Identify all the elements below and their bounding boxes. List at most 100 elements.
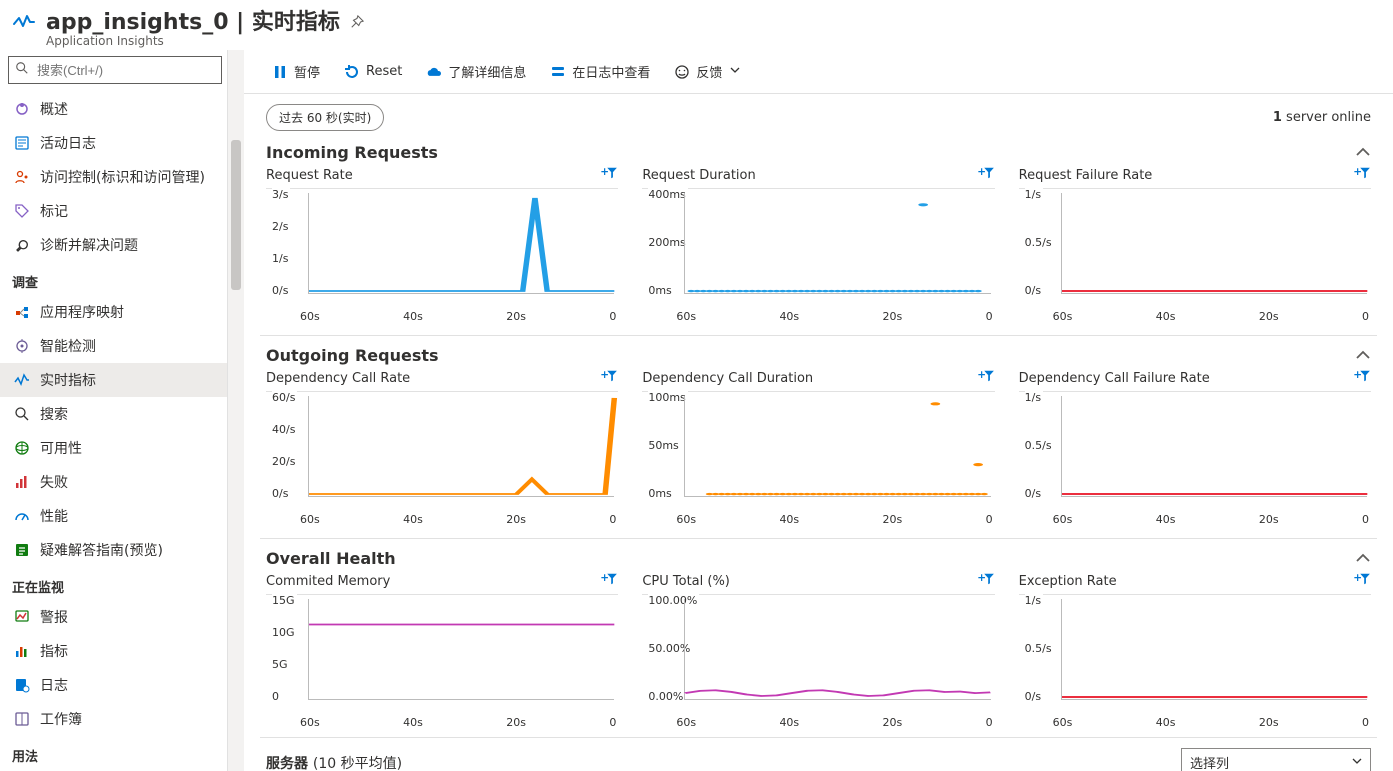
nav-item-alerts[interactable]: 警报 — [0, 600, 227, 634]
chevron-down-icon — [1352, 755, 1362, 770]
main-area: 暂停 Reset 了解详细信息 在日志中查看 反馈 过去 60 秒( — [244, 50, 1393, 771]
logs-icon — [14, 677, 30, 693]
learn-more-button[interactable]: 了解详细信息 — [416, 58, 536, 85]
chart-title: Request Rate — [266, 168, 353, 183]
page-title-blade: 实时指标 — [252, 10, 340, 35]
chart-filter-icon[interactable]: + — [1353, 572, 1371, 590]
chart-filter-icon[interactable]: + — [977, 166, 995, 184]
chart-filter-icon[interactable]: + — [1353, 369, 1371, 387]
x-tick-label: 20s — [506, 310, 526, 323]
x-tick-label: 20s — [1259, 513, 1279, 526]
y-tick-label: 1/s — [1025, 594, 1043, 607]
chart-filter-icon[interactable]: + — [600, 369, 618, 387]
iam-icon — [14, 169, 30, 185]
y-tick-label: 1/s — [1025, 188, 1043, 201]
x-tick-label: 0 — [986, 513, 993, 526]
feedback-button[interactable]: 反馈 — [664, 58, 750, 85]
nav-item-search2[interactable]: 搜索 — [0, 397, 227, 431]
live-icon — [14, 372, 30, 388]
chart-plot: 100ms50ms0ms — [642, 391, 994, 511]
view-in-logs-button[interactable]: 在日志中查看 — [540, 58, 660, 85]
nav-item-metrics[interactable]: 指标 — [0, 634, 227, 668]
servers-panel: 服务器 (10 秒平均值) 选择列 服务器名称↑↑↓请求数↑↓失败的请求数↑↓依… — [260, 737, 1377, 771]
chart-reqrate: Request Rate+3/s2/s1/s0/s60s40s20s0 — [266, 166, 618, 323]
reset-button[interactable]: Reset — [334, 60, 412, 84]
chart-exc: Exception Rate+1/s0.5/s0/s60s40s20s0 — [1019, 572, 1371, 729]
nav-item-label: 活动日志 — [40, 133, 96, 153]
chart-row-outgoing: Dependency Call Rate+60/s40/s20/s0/s60s4… — [260, 367, 1377, 534]
nav-item-tags[interactable]: 标记 — [0, 194, 227, 228]
x-axis: 60s40s20s0 — [1019, 511, 1371, 526]
y-tick-label: 0/s — [1025, 487, 1043, 500]
chart-deprate: Dependency Call Rate+60/s40/s20/s0/s60s4… — [266, 369, 618, 526]
nav-search-input[interactable] — [35, 62, 215, 79]
y-tick-label: 0.5/s — [1025, 642, 1054, 655]
nav-item-smart[interactable]: 智能检测 — [0, 329, 227, 363]
metrics-icon — [14, 643, 30, 659]
tsg-icon — [14, 542, 30, 558]
chart-filter-icon[interactable]: + — [977, 572, 995, 590]
chart-title: Dependency Call Rate — [266, 371, 410, 386]
y-tick-label: 60/s — [272, 391, 297, 404]
section-title-label: Overall Health — [266, 549, 396, 568]
nav-item-appmap[interactable]: 应用程序映射 — [0, 295, 227, 329]
scrollbar[interactable] — [228, 50, 244, 771]
logs-icon — [550, 64, 566, 80]
nav-item-overview[interactable]: 概述 — [0, 92, 227, 126]
x-tick-label: 0 — [609, 513, 616, 526]
chart-plot: 15G10G5G0 — [266, 594, 618, 714]
x-axis: 60s40s20s0 — [266, 308, 618, 323]
chart-filter-icon[interactable]: + — [977, 369, 995, 387]
availability-icon — [14, 440, 30, 456]
chart-filter-icon[interactable]: + — [600, 166, 618, 184]
pause-button[interactable]: 暂停 — [262, 58, 330, 85]
section-collapse-health[interactable] — [1355, 549, 1371, 568]
perf-icon — [14, 508, 30, 524]
chart-depdur: Dependency Call Duration+100ms50ms0ms60s… — [642, 369, 994, 526]
x-axis: 60s40s20s0 — [642, 308, 994, 323]
y-tick-label: 0/s — [272, 487, 290, 500]
nav-item-diag[interactable]: 诊断并解决问题 — [0, 228, 227, 262]
time-range-pill[interactable]: 过去 60 秒(实时) — [266, 104, 384, 131]
page-header: app_insights_0 | 实时指标 Application Insigh… — [0, 0, 1393, 50]
x-tick-label: 0 — [1362, 716, 1369, 729]
nav-item-tsg[interactable]: 疑难解答指南(预览) — [0, 533, 227, 567]
x-tick-label: 20s — [883, 310, 903, 323]
section-collapse-outgoing[interactable] — [1355, 346, 1371, 365]
nav-item-workbooks[interactable]: 工作簿 — [0, 702, 227, 736]
x-axis: 60s40s20s0 — [1019, 714, 1371, 729]
chart-plot: 100.00%50.00%0.00% — [642, 594, 994, 714]
chart-title: Request Failure Rate — [1019, 168, 1153, 183]
x-tick-label: 0 — [1362, 310, 1369, 323]
nav-item-label: 诊断并解决问题 — [40, 235, 138, 255]
nav-item-avail[interactable]: 可用性 — [0, 431, 227, 465]
nav-item-failures[interactable]: 失败 — [0, 465, 227, 499]
nav-item-iam[interactable]: 访问控制(标识和访问管理) — [0, 160, 227, 194]
nav-item-activity[interactable]: 活动日志 — [0, 126, 227, 160]
x-tick-label: 0 — [1362, 513, 1369, 526]
section-collapse-incoming[interactable] — [1355, 143, 1371, 162]
nav-item-perf[interactable]: 性能 — [0, 499, 227, 533]
nav-item-label: 应用程序映射 — [40, 302, 124, 322]
chart-title: Request Duration — [642, 168, 755, 183]
x-tick-label: 0 — [986, 716, 993, 729]
y-tick-label: 0.5/s — [1025, 439, 1054, 452]
select-columns-dropdown[interactable]: 选择列 — [1181, 748, 1371, 771]
nav-item-livemetrics[interactable]: 实时指标 — [0, 363, 227, 397]
chart-filter-icon[interactable]: + — [1353, 166, 1371, 184]
nav-item-logs[interactable]: 日志 — [0, 668, 227, 702]
y-tick-label: 5G — [272, 658, 290, 671]
x-tick-label: 60s — [300, 716, 320, 729]
page-title-resource: app_insights_0 — [46, 10, 229, 35]
y-tick-label: 0ms — [648, 284, 673, 297]
failures-icon — [14, 474, 30, 490]
feedback-icon — [674, 64, 690, 80]
chart-row-health: Commited Memory+15G10G5G060s40s20s0CPU T… — [260, 570, 1377, 737]
pin-icon[interactable] — [350, 18, 364, 33]
x-tick-label: 0 — [986, 310, 993, 323]
chart-filter-icon[interactable]: + — [600, 572, 618, 590]
x-tick-label: 60s — [1053, 513, 1073, 526]
x-tick-label: 40s — [1156, 310, 1176, 323]
nav-search[interactable] — [8, 56, 222, 84]
x-tick-label: 0 — [609, 716, 616, 729]
